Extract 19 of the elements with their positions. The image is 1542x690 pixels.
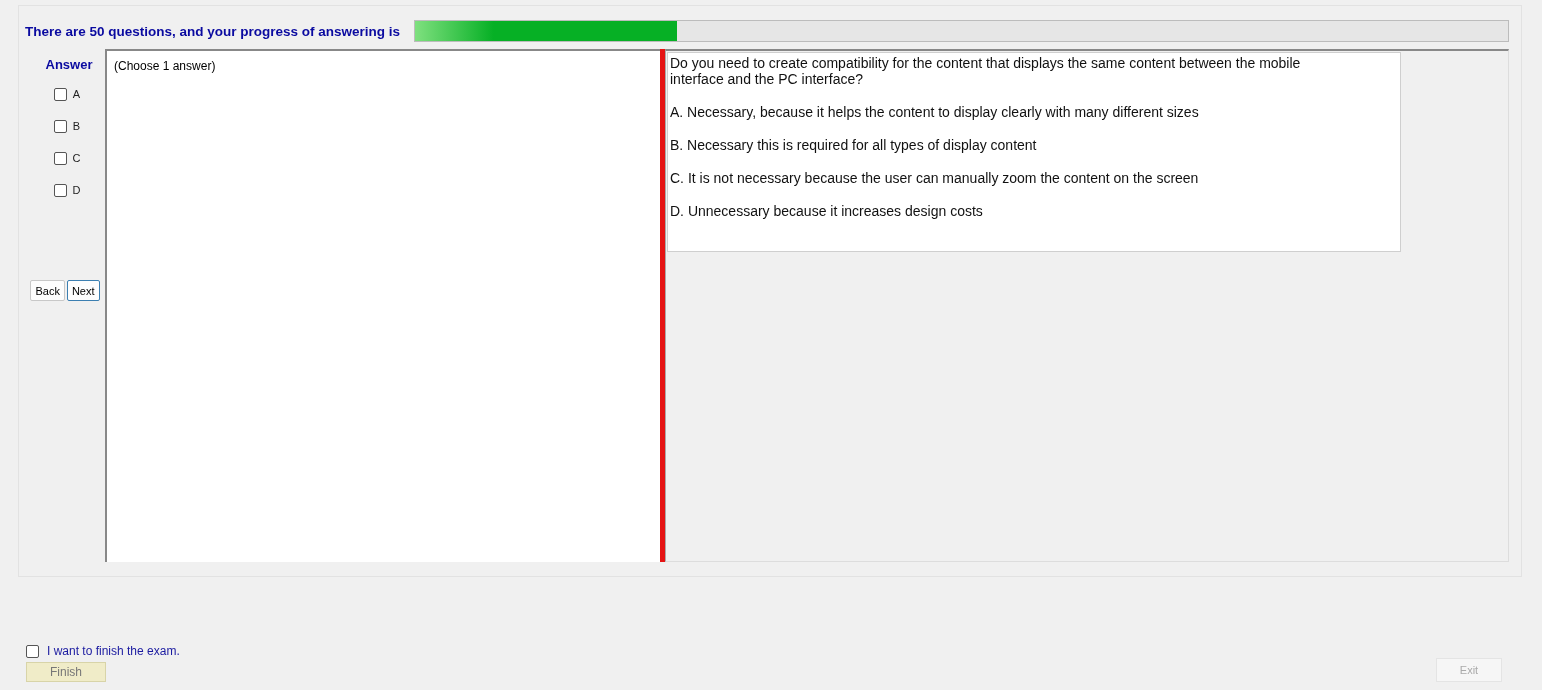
option-label: A <box>72 88 81 100</box>
answer-checkbox[interactable] <box>53 87 67 101</box>
option-label: D <box>72 184 81 196</box>
answer-title: Answer <box>45 57 93 72</box>
finish-label: I want to finish the exam. <box>47 644 180 658</box>
nav-button[interactable]: Back <box>30 280 65 301</box>
choice-text: B. Necessary this is required for all types of display content <box>670 137 1038 153</box>
instruction-text: (Choose 1 answer) <box>114 59 216 73</box>
answer-checkbox[interactable] <box>53 119 67 133</box>
answer-checkbox[interactable] <box>53 183 67 197</box>
option-label: B <box>72 120 81 132</box>
progress-label: There are 50 questions, and your progress of answering is <box>25 23 401 39</box>
option-label: C <box>72 152 81 164</box>
choice-text: A. Necessary, because it helps the content to display clearly with many different sizes <box>670 104 1200 120</box>
choice-text: C. It is not necessary because the user can manually zoom the content on the screen <box>670 170 1200 186</box>
question-text: Do you need to create compatibility for the content that displays the same content between the mobile interface and the PC interface? <box>670 55 1302 87</box>
choice-text: D. Unnecessary because it increases design costs <box>670 203 984 219</box>
nav-button[interactable]: Next <box>66 280 100 301</box>
answer-checkbox[interactable] <box>53 151 67 165</box>
